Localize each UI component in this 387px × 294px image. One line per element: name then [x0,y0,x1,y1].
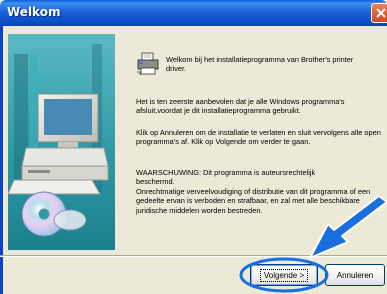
window-title: Welkom [7,5,61,19]
highlight-ring [239,257,329,293]
cancel-button[interactable]: Annuleren [325,264,385,286]
cancel-button-label: Annuleren [336,270,374,280]
paragraph-warning: WAARSCHUWING: Dit programma is auteursre… [136,168,316,187]
paragraph-close-programs: Het is ten zeerste aanbevolen dat je all… [136,97,345,116]
printer-icon [136,52,160,80]
title-bar[interactable]: Welkom [0,0,387,26]
welcome-heading: Welkom bij het installatieprogramma van … [166,55,354,74]
paragraph-instructions: Klik op Annuleren om de installatie te v… [136,128,381,147]
window-frame [0,26,3,294]
close-button[interactable] [371,3,387,23]
setup-illustration [7,34,115,250]
installer-window: Welkom Welkom bij het installatieprogram… [0,0,387,294]
close-icon [376,8,386,18]
